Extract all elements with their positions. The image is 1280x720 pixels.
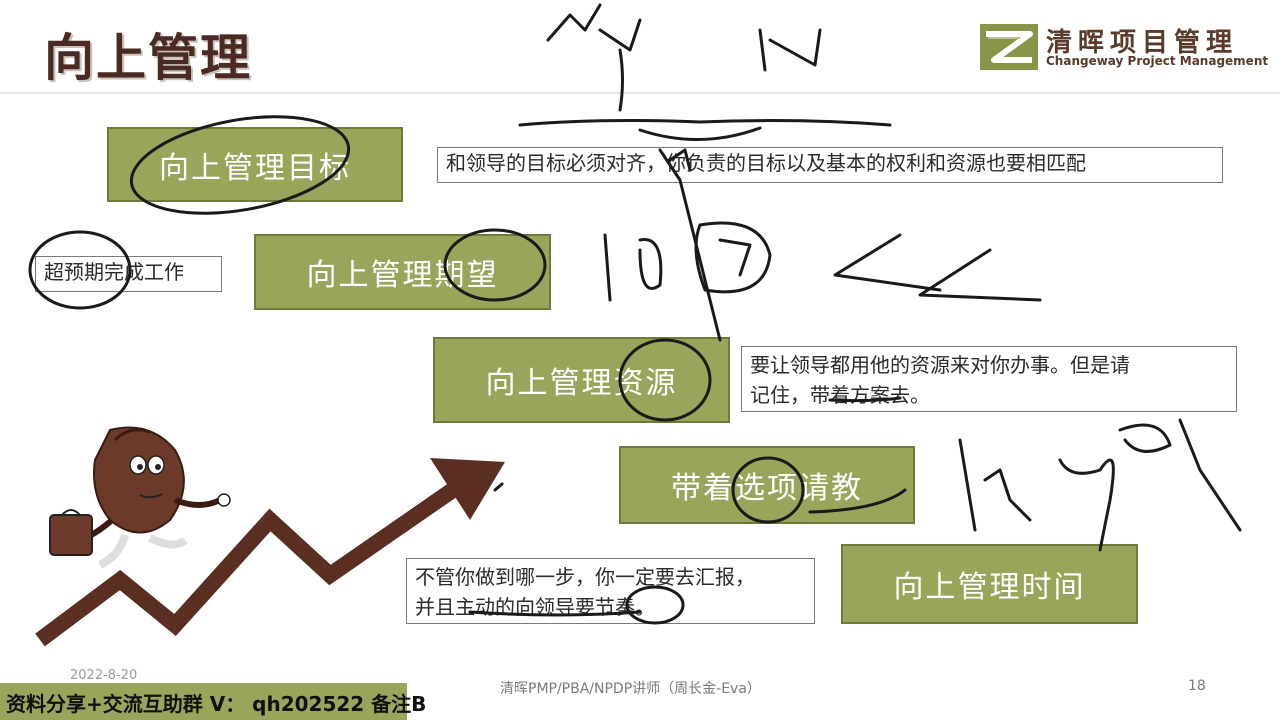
handwriting-strokes	[28, 3, 1242, 625]
footer-presenter: 清晖PMP/PBA/NPDP讲师（周长金-Eva）	[500, 681, 761, 697]
box-options-consult: 带着选项请教	[619, 446, 915, 524]
logo-mark-icon	[980, 24, 1038, 70]
running-man-icon	[49, 426, 231, 569]
title-divider	[0, 92, 1280, 94]
note-time-line1: 不管你做到哪一步，你一定要去汇报，	[415, 565, 755, 589]
page-number: 18	[1188, 678, 1206, 694]
note-time-line2: 并且主动的向领导要节奏。	[415, 595, 655, 619]
company-logo: 清晖项目管理 Changeway Project Management	[980, 22, 1268, 72]
box-upward-expectation: 向上管理期望	[254, 234, 551, 310]
slide-title: 向上管理	[44, 29, 252, 87]
footer-banner-text: 资料分享+交流互助群 V： qh202522 备注B	[6, 692, 427, 716]
box-upward-time: 向上管理时间	[841, 544, 1138, 624]
box-upward-goal: 向上管理目标	[107, 127, 403, 202]
note-resources: 要让领导都用他的资源来对你办事。但是请 记住，带着方案去。	[741, 346, 1237, 412]
note-expectation: 超预期完成工作	[35, 256, 222, 292]
box-upward-resources: 向上管理资源	[433, 337, 730, 423]
note-goal: 和领导的目标必须对齐，你负责的目标以及基本的权利和资源也要相匹配	[437, 147, 1223, 183]
logo-name-en: Changeway Project Management	[1046, 54, 1269, 68]
note-resources-line2: 记住，带着方案去。	[750, 383, 930, 407]
note-time: 不管你做到哪一步，你一定要去汇报， 并且主动的向领导要节奏。	[406, 558, 815, 624]
footer-banner: 资料分享+交流互助群 V： qh202522 备注B	[0, 683, 426, 720]
footer-date: 2022-8-20	[70, 668, 138, 683]
note-resources-line1: 要让领导都用他的资源来对你办事。但是请	[750, 353, 1130, 377]
